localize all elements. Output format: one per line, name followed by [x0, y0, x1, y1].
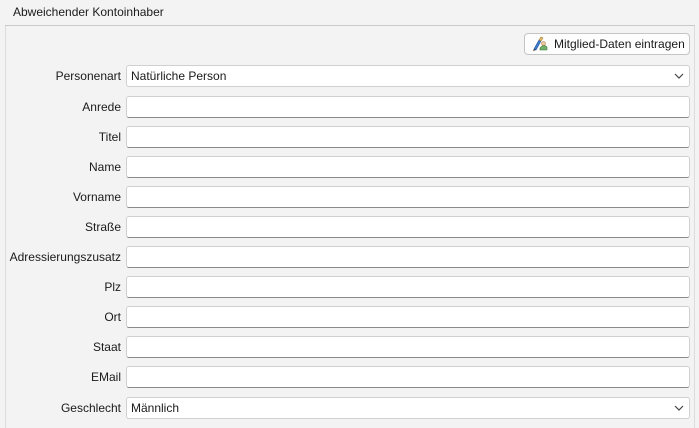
geschlecht-select[interactable]: Männlich	[126, 397, 690, 419]
ort-label: Ort	[104, 310, 121, 324]
adressierungszusatz-field[interactable]	[126, 246, 690, 268]
panel-right-border	[694, 26, 695, 428]
email-field[interactable]	[126, 366, 690, 388]
personenart-value: Natürliche Person	[131, 69, 227, 83]
plz-field[interactable]	[126, 276, 690, 298]
name-field[interactable]	[126, 156, 690, 178]
vorname-label: Vorname	[72, 190, 121, 204]
titel-field[interactable]	[126, 126, 690, 148]
email-label: EMail	[90, 370, 121, 384]
titel-label: Titel	[98, 130, 121, 144]
staat-label: Staat	[92, 340, 121, 354]
anrede-field[interactable]	[126, 96, 690, 118]
strasse-field[interactable]	[126, 216, 690, 238]
kontoinhaber-panel: Abweichender Kontoinhaber Mitglied-Daten…	[0, 0, 699, 428]
name-label: Name	[88, 160, 121, 174]
ort-field[interactable]	[126, 306, 690, 328]
section-title: Abweichender Kontoinhaber	[13, 5, 164, 19]
geschlecht-value: Männlich	[131, 401, 180, 415]
vorname-field[interactable]	[126, 186, 690, 208]
plz-label: Plz	[104, 280, 121, 294]
panel-left-border	[5, 26, 6, 428]
personenart-label: Personenart	[55, 69, 121, 83]
chevron-down-icon	[669, 66, 689, 86]
fill-member-data-label: Mitglied-Daten eintragen	[554, 37, 685, 51]
section-divider	[5, 25, 695, 26]
personenart-select[interactable]: Natürliche Person	[126, 65, 690, 87]
staat-field[interactable]	[126, 336, 690, 358]
adressierungszusatz-label: Adressierungszusatz	[9, 250, 121, 264]
member-data-icon	[531, 36, 549, 52]
strasse-label: Straße	[84, 220, 121, 234]
anrede-label: Anrede	[82, 100, 121, 114]
fill-member-data-button[interactable]: Mitglied-Daten eintragen	[524, 33, 690, 55]
geschlecht-label: Geschlecht	[60, 401, 121, 415]
chevron-down-icon	[669, 398, 689, 418]
